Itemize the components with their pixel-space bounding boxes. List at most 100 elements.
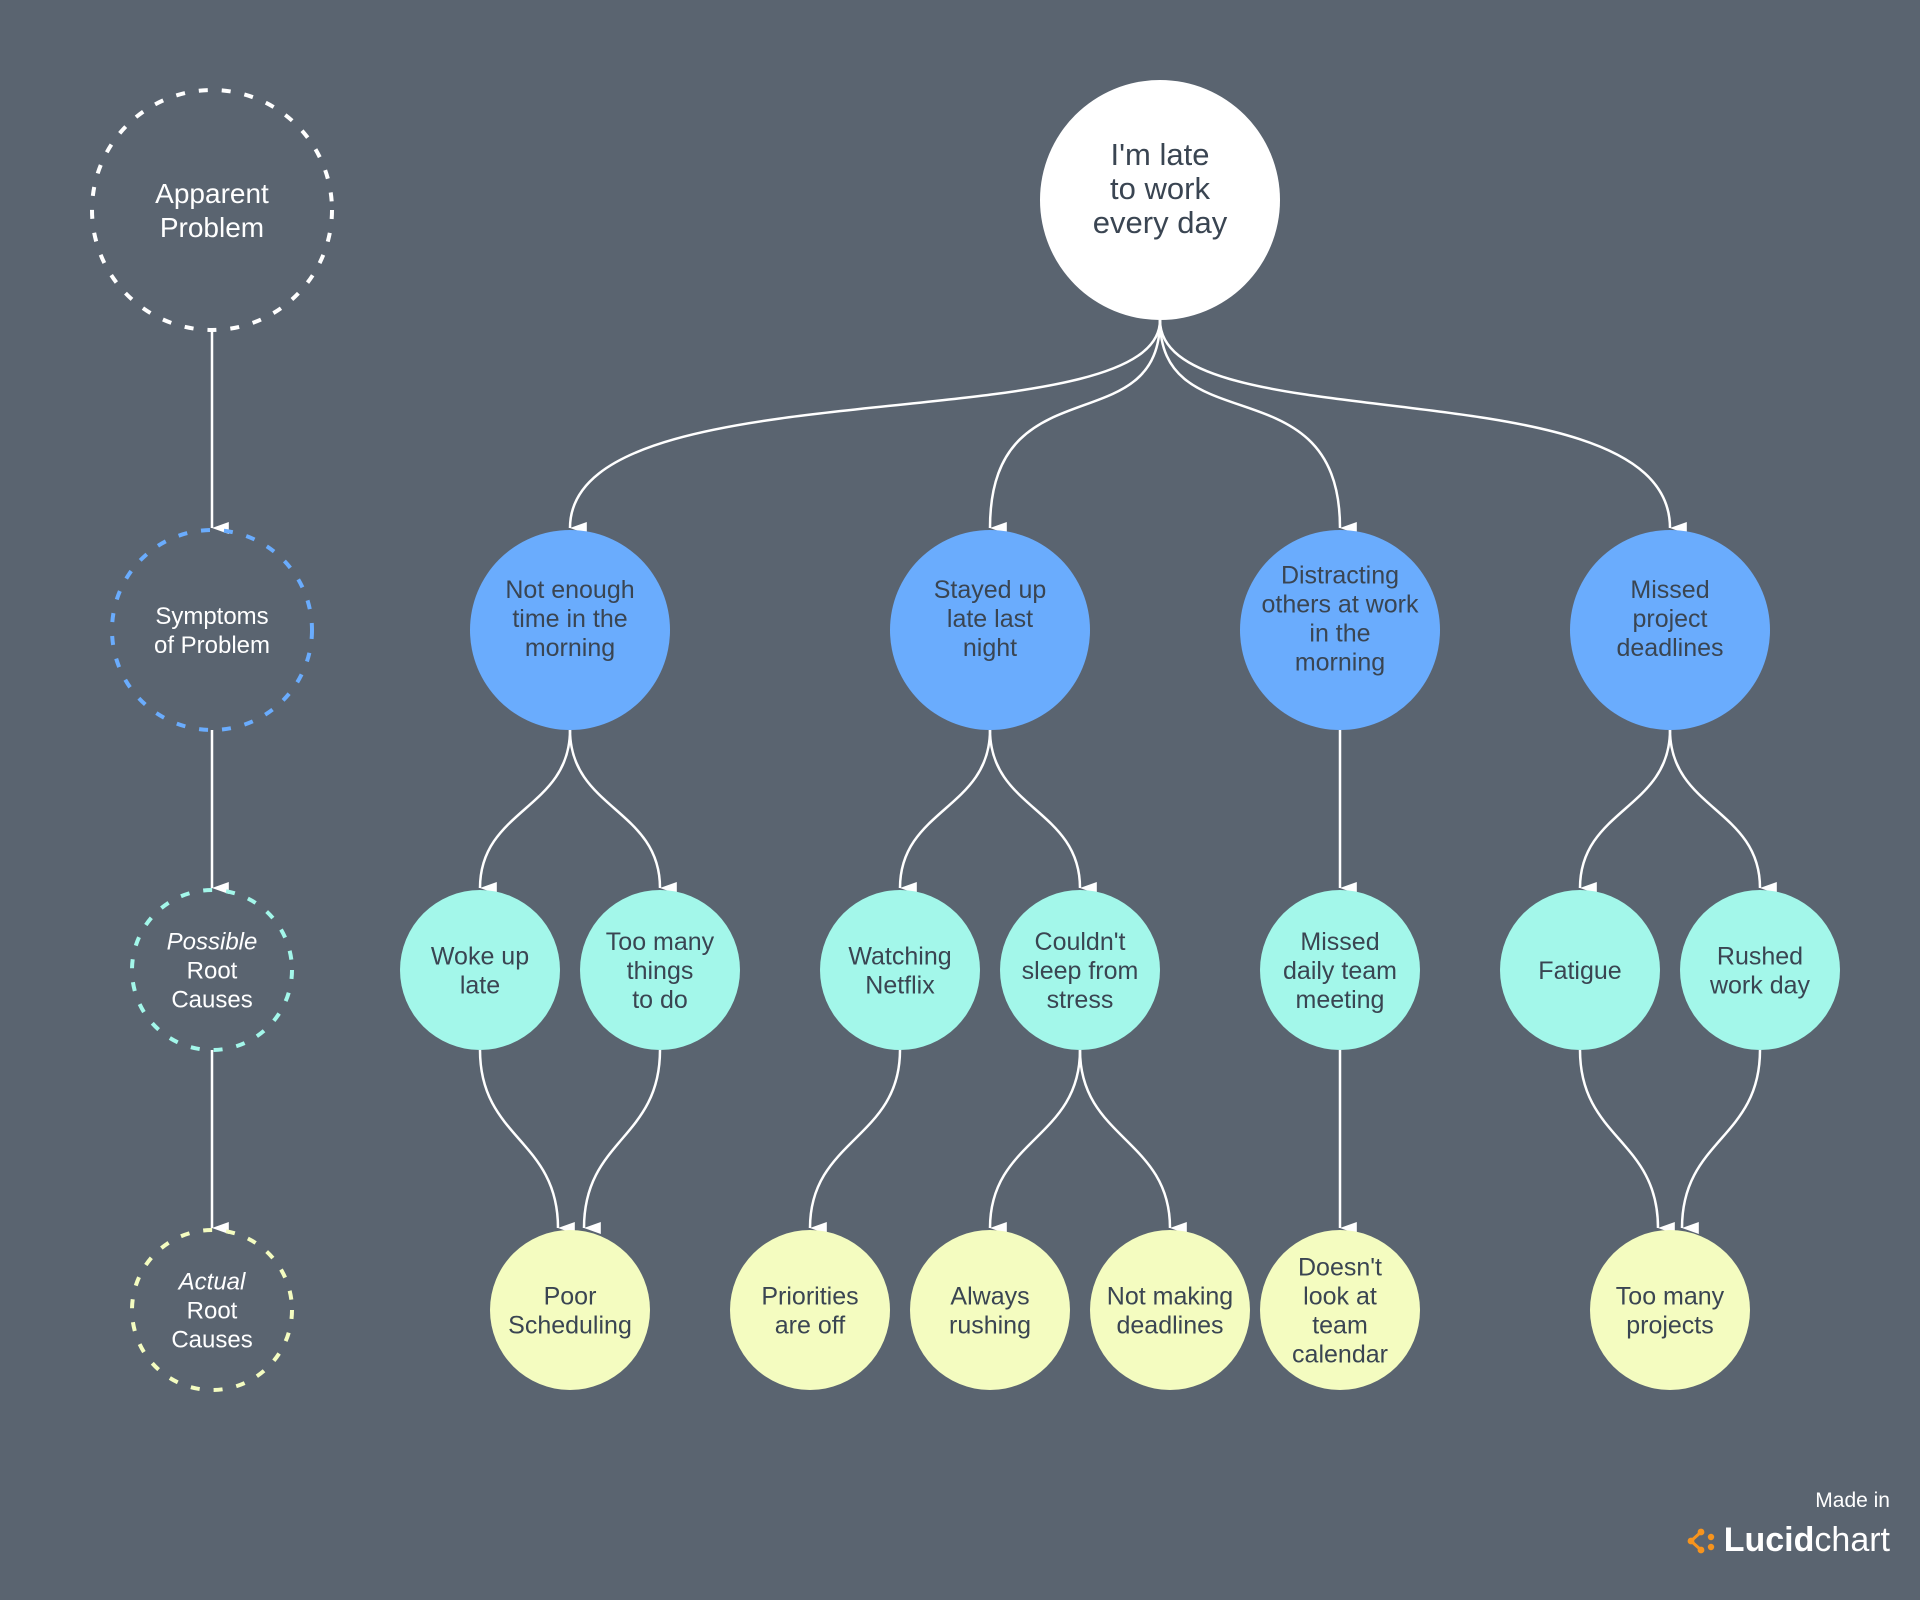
node-possible-p5[interactable]: Misseddaily teammeeting: [1260, 890, 1420, 1050]
connector-p4-to-a3: [988, 1049, 1082, 1235]
node-symptom-s1[interactable]: Not enoughtime in themorning: [470, 530, 670, 730]
node-label-line: Missed: [1300, 928, 1379, 956]
legend-dashed-circle: [90, 88, 334, 332]
node-symptom-s4[interactable]: Missedprojectdeadlines: [1570, 530, 1770, 730]
node-possible-p4[interactable]: Couldn'tsleep fromstress: [1000, 890, 1160, 1050]
legend-label-line: Causes: [171, 986, 252, 1013]
connector-s2-to-p3: [898, 729, 992, 895]
legend-item-actual: ActualRootCauses: [130, 1228, 294, 1392]
node-label-line: Woke up: [431, 942, 529, 970]
brand-light: chart: [1814, 1521, 1890, 1559]
legend-label-line: Root: [187, 1297, 238, 1324]
node-label-line: Netflix: [865, 971, 935, 999]
legend-dashed-circle: [110, 528, 314, 732]
node-possible-p1[interactable]: Woke uplate: [400, 890, 560, 1050]
made-in-label: Made in: [1815, 1489, 1890, 1512]
node-possible-p3[interactable]: WatchingNetflix: [820, 890, 980, 1050]
node-possible-p2[interactable]: Too manythingsto do: [580, 890, 740, 1050]
node-label-line: Poor: [544, 1282, 597, 1310]
node-possible-p6[interactable]: Fatigue: [1500, 890, 1660, 1050]
connector-problem-to-s2: [988, 319, 1162, 535]
node-label-line: Not enough: [505, 576, 634, 604]
node-label-line: calendar: [1292, 1340, 1388, 1368]
lucidchart-logo-icon: [1687, 1528, 1714, 1553]
legend-label-line: Actual: [177, 1268, 246, 1295]
connector-p1-to-a1: [478, 1049, 575, 1234]
legend-label-line: Root: [187, 957, 238, 984]
node-label-line: things: [627, 957, 694, 985]
legend-label-line: Symptoms: [155, 603, 268, 630]
node-label-line: project: [1632, 605, 1707, 633]
node-label-line: Too many: [606, 928, 715, 956]
connector-p3-to-a2: [808, 1049, 902, 1235]
node-label-line: stress: [1047, 986, 1114, 1014]
root-cause-tree-diagram: ApparentProblem Symptomsof Problem Possibl…: [90, 80, 1840, 1392]
node-actual-a1[interactable]: PoorScheduling: [490, 1230, 650, 1390]
node-label-line: Scheduling: [508, 1311, 632, 1339]
connector-s4-to-p7: [1668, 729, 1777, 894]
node-label-line: to work: [1110, 171, 1210, 206]
node-possible-p7[interactable]: Rushedwork day: [1680, 890, 1840, 1050]
node-label-line: Doesn't: [1298, 1253, 1382, 1281]
node-actual-a5[interactable]: Doesn'tlook atteamcalendar: [1260, 1230, 1420, 1390]
node-label-line: Missed: [1630, 576, 1709, 604]
connector-problem-to-s4: [1158, 319, 1687, 534]
connector-p2-to-a1: [582, 1049, 662, 1235]
legend-item-symptoms: Symptomsof Problem: [110, 528, 314, 732]
node-label-line: in the: [1309, 619, 1370, 647]
node-actual-a6[interactable]: Too manyprojects: [1590, 1230, 1750, 1390]
node-symptom-s2[interactable]: Stayed uplate lastnight: [890, 530, 1090, 730]
connector-s2-to-p4: [988, 729, 1097, 894]
node-label-line: look at: [1303, 1282, 1377, 1310]
node-label-line: Priorities: [761, 1282, 858, 1310]
node-symptom-s3[interactable]: Distractingothers at workin themorning: [1240, 530, 1440, 730]
legend-label-line: of Problem: [154, 632, 270, 659]
node-actual-a2[interactable]: Prioritiesare off: [730, 1230, 890, 1390]
connector-problem-to-s1: [568, 319, 1162, 535]
node-label-line: deadlines: [1116, 1311, 1223, 1339]
node-label-line: Fatigue: [1538, 957, 1621, 985]
connector-s1-to-p1: [478, 729, 572, 895]
node-label-line: Not making: [1107, 1282, 1233, 1310]
connector-problem-to-s3: [1158, 319, 1357, 534]
connectors: [478, 319, 1777, 1235]
lucidchart-brand: Lucid chart: [1686, 1521, 1890, 1560]
node-label-line: team: [1312, 1311, 1368, 1339]
node-label-line: others at work: [1261, 590, 1419, 618]
node-label-line: meeting: [1296, 986, 1385, 1014]
node-label-line: time in the: [512, 605, 627, 633]
node-label-line: Couldn't: [1035, 928, 1126, 956]
connector-p7-to-a6: [1680, 1049, 1762, 1235]
node-label-line: projects: [1626, 1311, 1714, 1339]
node-problem-problem[interactable]: I'm lateto workevery day: [1040, 80, 1280, 320]
node-label-line: deadlines: [1616, 634, 1723, 662]
node-label-line: daily team: [1283, 957, 1397, 985]
legend-label-line: Possible: [167, 928, 258, 955]
node-label-line: Rushed: [1717, 942, 1803, 970]
connector-p6-to-a6: [1578, 1049, 1675, 1234]
node-label-line: Always: [950, 1282, 1029, 1310]
brand-bold: Lucid: [1723, 1521, 1815, 1559]
node-label-line: night: [963, 634, 1017, 662]
node-actual-a4[interactable]: Not makingdeadlines: [1090, 1230, 1250, 1390]
node-label-line: to do: [632, 986, 688, 1014]
legend-item-apparent: ApparentProblem: [90, 88, 334, 332]
node-label-line: morning: [525, 634, 615, 662]
connector-p4-to-a4: [1078, 1049, 1187, 1234]
node-label-line: sleep from: [1022, 957, 1139, 985]
nodes: I'm lateto workevery day Not enoughtime i…: [400, 80, 1840, 1390]
lucidchart-watermark[interactable]: Made in Lucid chart: [1686, 1489, 1890, 1560]
node-label-line: Distracting: [1281, 561, 1399, 589]
node-label-line: late: [460, 971, 500, 999]
node-label-line: work day: [1709, 971, 1811, 999]
legend-item-possible: PossibleRootCauses: [130, 888, 294, 1052]
connector-s4-to-p6: [1578, 729, 1672, 895]
node-label-line: morning: [1295, 648, 1385, 676]
node-label-line: late last: [947, 605, 1033, 633]
node-label-line: every day: [1093, 205, 1228, 240]
node-label-line: are off: [775, 1311, 845, 1339]
legend-label-line: Apparent: [155, 178, 269, 209]
legend-label-line: Causes: [171, 1326, 252, 1353]
node-actual-a3[interactable]: Alwaysrushing: [910, 1230, 1070, 1390]
node-label-line: Watching: [848, 942, 951, 970]
